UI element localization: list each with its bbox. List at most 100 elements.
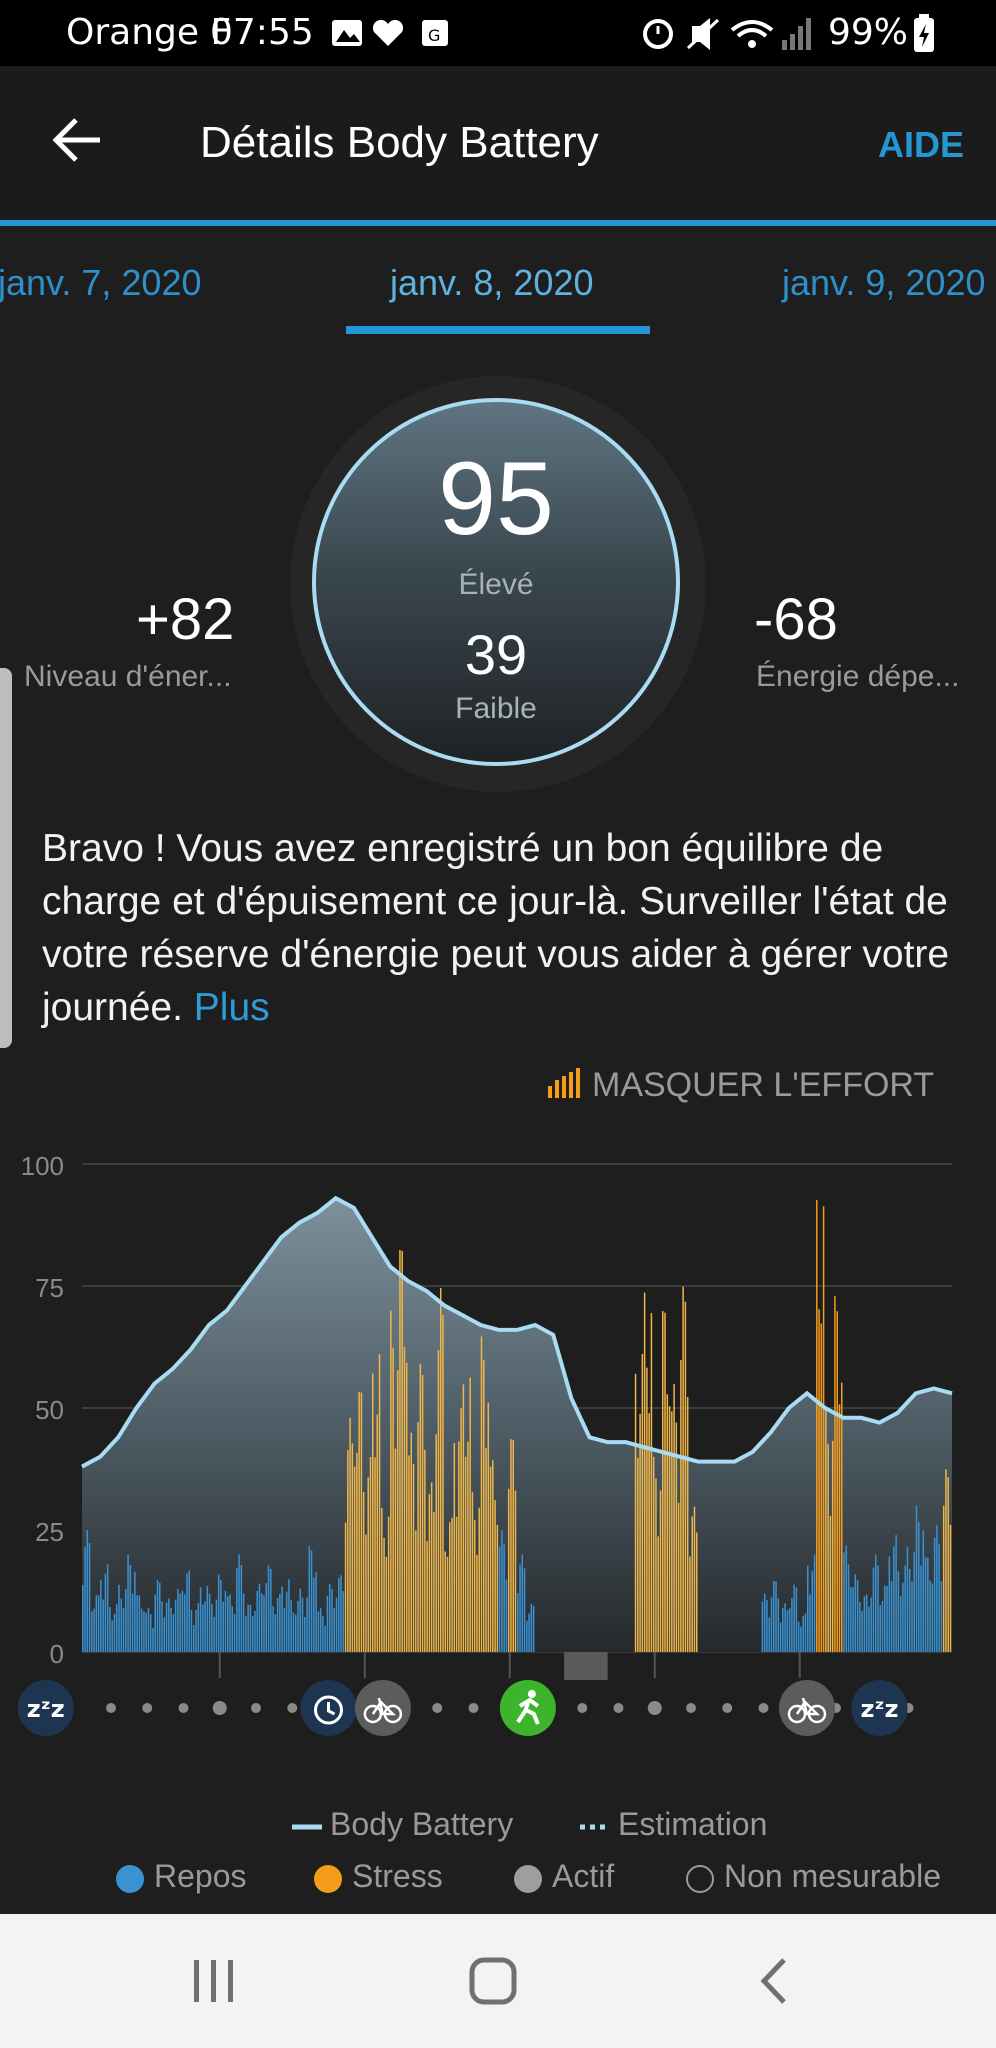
stress-bar [512,1439,514,1652]
stress-bar [695,1532,698,1652]
stress-bar [415,1530,417,1652]
stress-bar [304,1616,306,1652]
stress-bar [689,1556,691,1652]
stress-bar [104,1573,107,1652]
stress-bar [301,1597,304,1652]
zzz-glyph: zᶻz [861,1695,899,1723]
unmeasurable-dot-icon [686,1864,714,1893]
body-battery-chart: 0255075100 zᶻzzᶻz 0408121620 [17,1151,953,1736]
stress-bar [820,1323,823,1652]
stress-bar [82,1584,84,1652]
edge-panel-handle[interactable] [0,668,12,1048]
stress-bar [136,1595,138,1652]
stress-bar [455,1516,458,1652]
stress-bar [847,1564,850,1652]
notification-icons: G [332,19,448,46]
stress-bar [156,1579,159,1652]
stress-bar [129,1564,132,1652]
stress-bar [265,1583,268,1652]
stress-bar [283,1608,286,1652]
stress-bar [931,1583,934,1652]
dotted-line-legend-icon [580,1824,610,1830]
timeline-icon-bg [779,1680,835,1736]
hide-effort-toggle[interactable]: MASQUER L'EFFORT [548,1066,934,1105]
timeline-dot [106,1703,116,1713]
stress-bar [238,1554,240,1652]
stress-bar [505,1579,508,1652]
stress-bar [190,1610,193,1652]
tab-next-date[interactable]: janv. 9, 2020 [782,262,985,304]
stress-bar [217,1574,220,1652]
stress-bar [202,1604,204,1652]
home-icon[interactable] [468,1956,518,2006]
stress-bar [417,1422,419,1652]
stress-bar [501,1530,503,1652]
gauge-high-value: 95 [438,441,554,557]
stress-bar [125,1588,127,1652]
stress-bar [120,1598,123,1652]
stress-bar [97,1595,100,1652]
stress-bar [147,1608,150,1652]
stress-bar [260,1593,263,1652]
stress-bar [138,1595,141,1652]
stress-bar [154,1594,156,1652]
stress-bar [161,1601,163,1652]
stress-bar [152,1627,154,1652]
stress-bar [662,1311,664,1652]
more-link[interactable]: Plus [194,986,270,1029]
stress-bar [836,1311,838,1652]
stress-bar [247,1604,249,1652]
stress-bar [517,1593,519,1652]
stress-bar [918,1522,920,1652]
stress-bar [351,1443,354,1652]
stress-bar [788,1608,791,1652]
stress-bar [908,1568,911,1652]
stress-bar [204,1601,206,1652]
stress-bar [922,1530,925,1652]
stress-bar [270,1568,272,1652]
stress-bar [639,1413,641,1652]
timeline-dot [468,1703,479,1713]
stress-bar [392,1347,394,1652]
stress-bar [446,1556,449,1652]
back-arrow-icon[interactable] [50,116,106,164]
stress-bar [770,1597,773,1652]
stress-bar [451,1517,453,1652]
stress-bar [394,1448,397,1652]
recent-apps-icon[interactable] [192,1958,236,2004]
stress-bar [258,1583,261,1652]
tab-current-date[interactable]: janv. 8, 2020 [390,262,593,304]
stress-bar [684,1301,687,1652]
timeline-dot [722,1703,733,1713]
timeline-dot [212,1701,227,1715]
back-icon[interactable] [756,1956,792,2006]
stress-bar [174,1599,177,1652]
stress-bar [498,1546,501,1652]
stress-bar [929,1580,931,1652]
timeline-dot [251,1703,261,1713]
stress-bar [437,1349,440,1652]
stress-bar [480,1336,483,1652]
tab-prev-date[interactable]: janv. 7, 2020 [0,262,201,304]
stress-bar [222,1601,224,1652]
stress-bar [913,1552,915,1652]
stress-bar [367,1477,369,1652]
app-bar: Détails Body Battery AIDE [0,66,996,220]
stress-bar [159,1582,161,1652]
help-button[interactable]: AIDE [878,124,964,166]
battery-percent: 99% [828,12,909,53]
legend-active: Actif [514,1858,614,1895]
stress-bar [412,1463,415,1652]
app-bar-divider [0,220,996,226]
stress-bar [519,1564,521,1652]
summary-message: Bravo ! Vous avez enregistré un bon équi… [42,822,962,1034]
stress-bar [813,1554,816,1652]
stress-bar [140,1608,143,1652]
stress-bar [372,1373,374,1652]
stress-bar [315,1572,317,1652]
timeline-dot [647,1701,662,1715]
stress-bar [940,1581,943,1652]
stress-bar [868,1606,870,1652]
stress-bar [245,1615,247,1652]
stress-bar [88,1543,91,1652]
